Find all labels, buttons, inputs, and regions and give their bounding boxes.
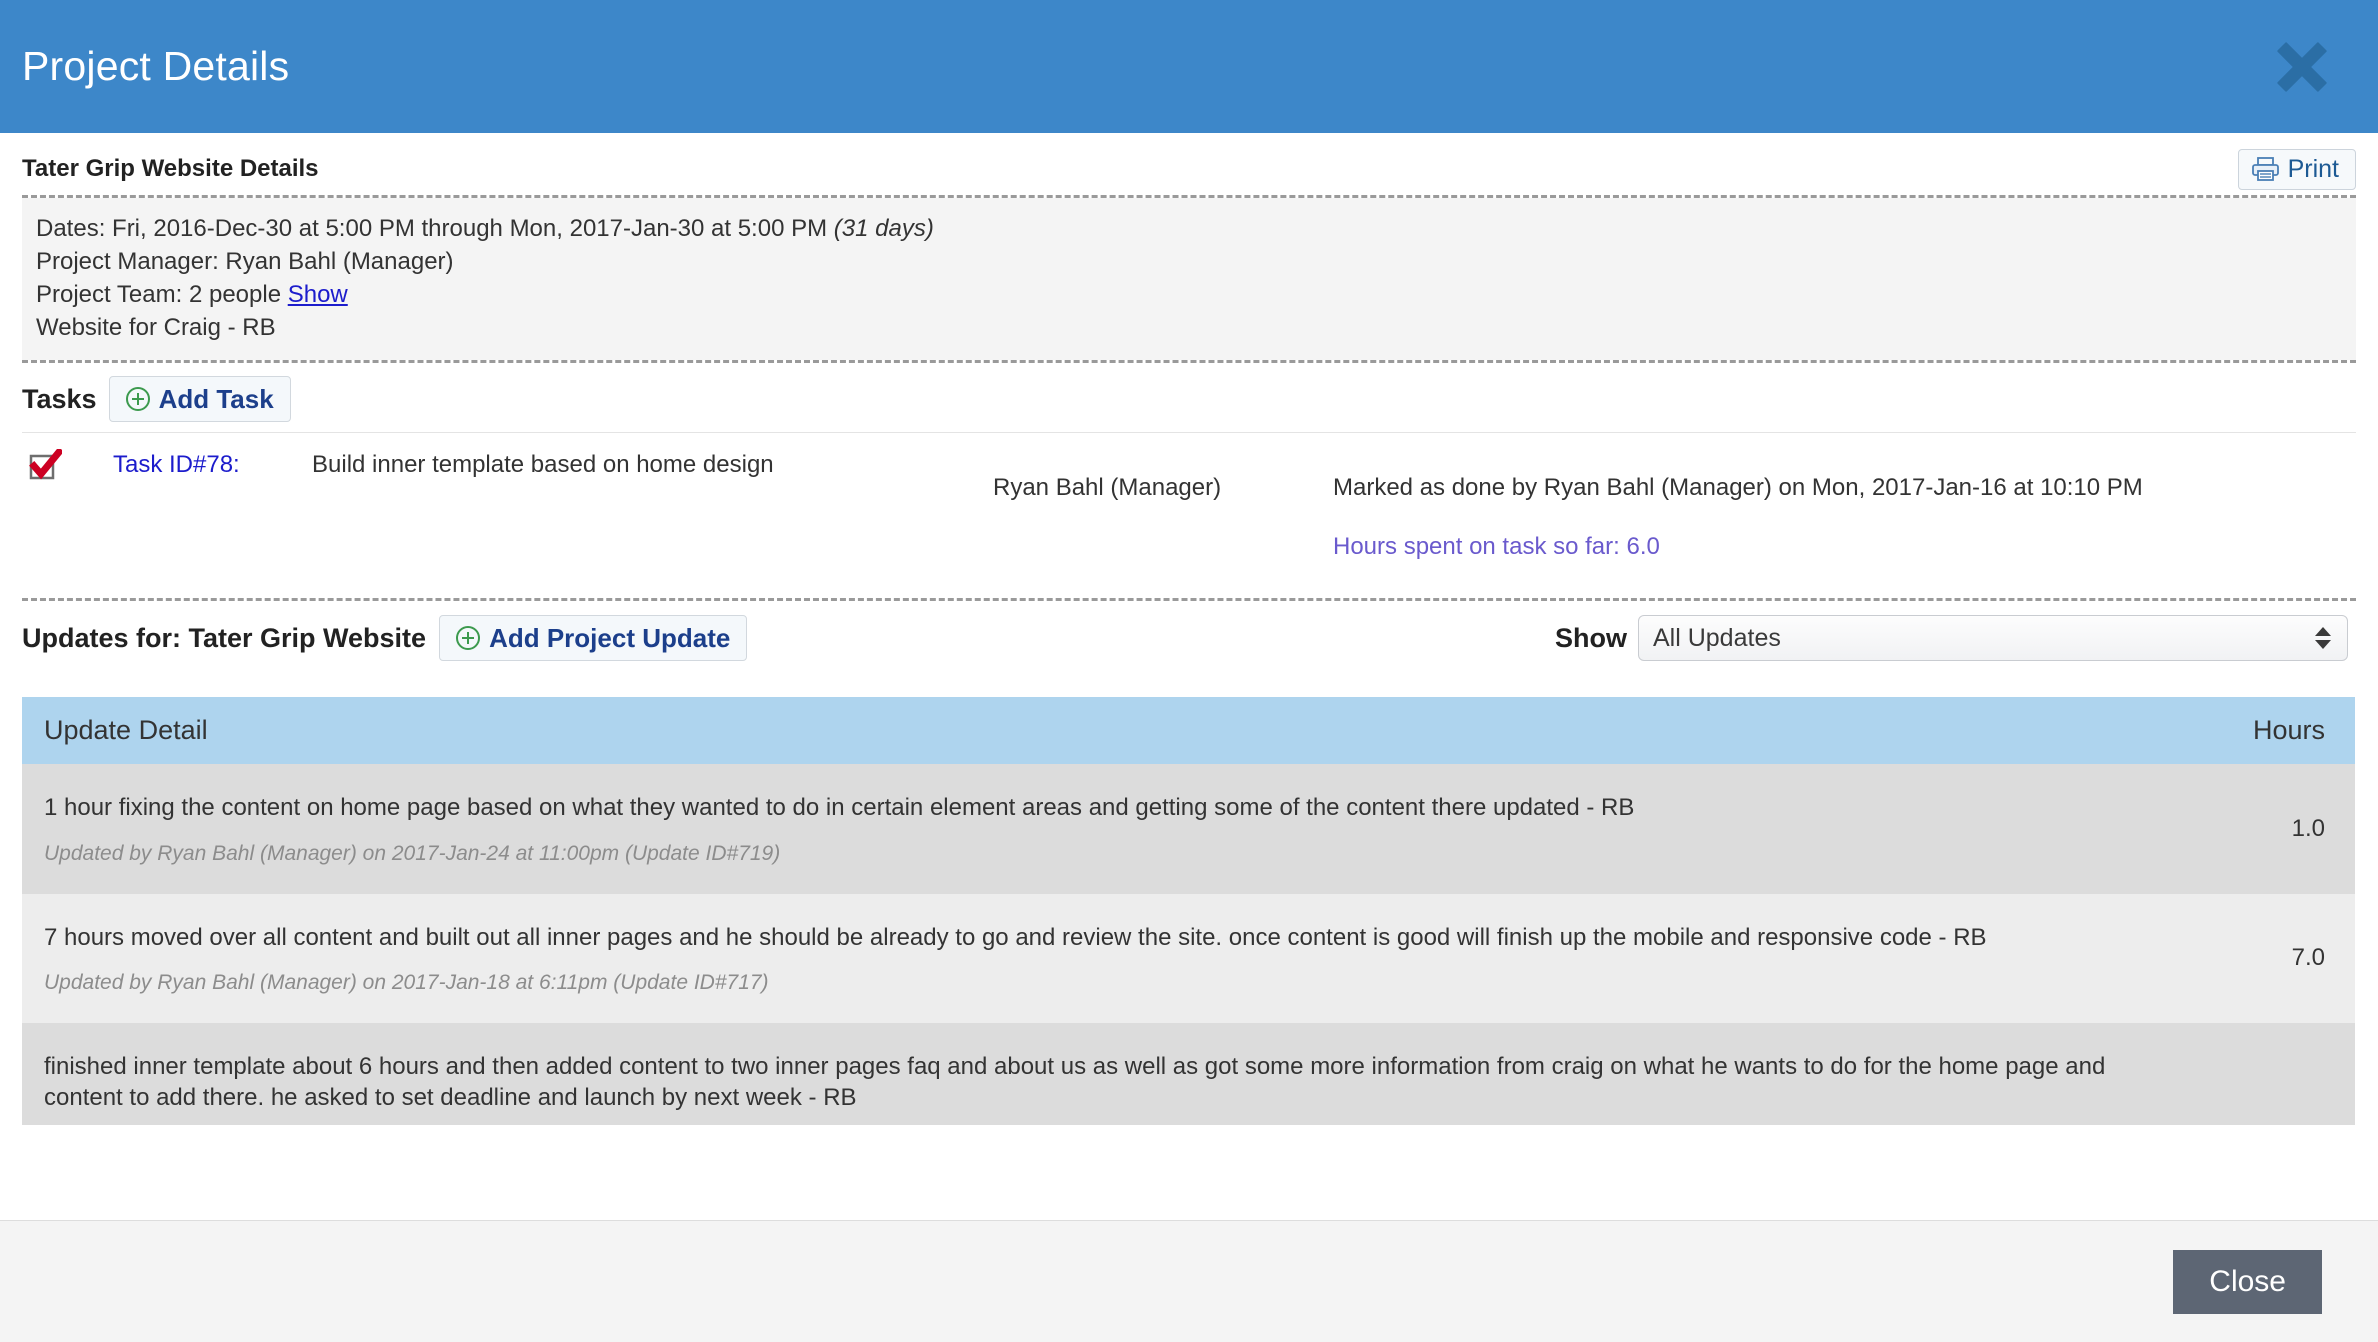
plus-circle-icon: [456, 626, 481, 651]
update-hours-cell: 1.0: [2159, 764, 2355, 894]
updates-filter-value: All Updates: [1653, 623, 1781, 652]
task-id-link[interactable]: Task ID#78:: [113, 451, 240, 479]
plus-circle-icon: [125, 387, 150, 412]
table-row: finished inner template about 6 hours an…: [22, 1022, 2355, 1126]
project-duration: (31 days): [833, 215, 934, 242]
chevron-updown-icon: [2315, 627, 2331, 650]
update-detail-cell: 7 hours moved over all content and built…: [22, 893, 2159, 1023]
project-team-count: Project Team: 2 people: [36, 281, 282, 309]
column-header-hours: Hours: [2159, 697, 2355, 765]
updates-title: Updates for: Tater Grip Website: [22, 622, 427, 653]
updates-filter-select[interactable]: All Updates: [1638, 615, 2348, 662]
project-info-block: Dates: Fri, 2016-Dec-30 at 5:00 PM throu…: [22, 198, 2356, 361]
table-row: 7 hours moved over all content and built…: [22, 893, 2355, 1023]
page-title: Project Details: [22, 43, 290, 89]
close-icon[interactable]: [2274, 39, 2330, 95]
project-description: Website for Craig - RB: [36, 314, 276, 342]
task-row: Task ID#78: Build inner template based o…: [22, 433, 2356, 598]
modal-footer: Close: [0, 1220, 2378, 1342]
show-filter-label: Show: [1555, 622, 1627, 653]
print-button[interactable]: Print: [2237, 148, 2356, 190]
project-manager-line: Project Manager: Ryan Bahl (Manager): [36, 248, 454, 276]
project-team-line: Project Team: 2 people Show: [36, 278, 2342, 311]
show-team-link[interactable]: Show: [288, 281, 348, 308]
update-meta: Updated by Ryan Bahl (Manager) on 2017-J…: [44, 841, 781, 865]
printer-icon: [2251, 157, 2279, 181]
table-row: 1 hour fixing the content on home page b…: [22, 764, 2355, 894]
update-text: 7 hours moved over all content and built…: [44, 923, 1987, 951]
print-button-label: Print: [2287, 154, 2339, 183]
update-detail-cell: finished inner template about 6 hours an…: [22, 1022, 2159, 1126]
tasks-header: Tasks Add Task: [22, 363, 2356, 432]
project-details-modal: Project Details Tater Grip Website Detai…: [0, 0, 2378, 1342]
add-task-button[interactable]: Add Task: [108, 376, 291, 423]
project-subtitle: Tater Grip Website Details: [22, 155, 319, 182]
column-header-update-detail: Update Detail: [22, 697, 2159, 765]
add-project-update-label: Add Project Update: [489, 623, 731, 654]
modal-header: Project Details: [0, 0, 2378, 133]
updates-table-body: 1 hour fixing the content on home page b…: [22, 764, 2355, 1126]
updates-toolbar-left: Updates for: Tater Grip Website Add Proj…: [22, 615, 748, 662]
update-detail-cell: 1 hour fixing the content on home page b…: [22, 764, 2159, 894]
updates-table-header-row: Update Detail Hours: [22, 697, 2355, 765]
updates-table: Update Detail Hours 1 hour fixing the co…: [22, 697, 2355, 1126]
updates-table-container[interactable]: Update Detail Hours 1 hour fixing the co…: [22, 697, 2356, 1126]
update-hours-cell: [2159, 1022, 2355, 1126]
update-hours-cell: 7.0: [2159, 893, 2355, 1023]
close-button[interactable]: Close: [2173, 1249, 2322, 1314]
update-text: finished inner template about 6 hours an…: [44, 1052, 2106, 1111]
add-task-label: Add Task: [158, 384, 274, 415]
updates-toolbar: Updates for: Tater Grip Website Add Proj…: [22, 601, 2356, 677]
task-assignee: Ryan Bahl (Manager): [993, 474, 1222, 502]
project-dates-line: Dates: Fri, 2016-Dec-30 at 5:00 PM throu…: [36, 212, 2342, 245]
task-hours-note: Hours spent on task so far: 6.0: [1333, 533, 1660, 561]
add-project-update-button[interactable]: Add Project Update: [439, 615, 748, 662]
tasks-section-label: Tasks: [22, 383, 97, 414]
subtitle-row: Tater Grip Website Details Print: [22, 133, 2356, 195]
task-done-note: Marked as done by Ryan Bahl (Manager) on…: [1333, 474, 2143, 502]
updates-table-head: Update Detail Hours: [22, 697, 2355, 765]
task-name: Build inner template based on home desig…: [312, 451, 774, 479]
update-text: 1 hour fixing the content on home page b…: [44, 794, 1635, 822]
updates-toolbar-right: Show All Updates: [1555, 615, 2356, 662]
update-meta: Updated by Ryan Bahl (Manager) on 2017-J…: [44, 970, 769, 994]
project-dates: Dates: Fri, 2016-Dec-30 at 5:00 PM throu…: [36, 215, 828, 242]
modal-body: Tater Grip Website Details Print Dates: …: [0, 133, 2378, 1220]
checked-checkbox-icon[interactable]: [28, 447, 64, 483]
